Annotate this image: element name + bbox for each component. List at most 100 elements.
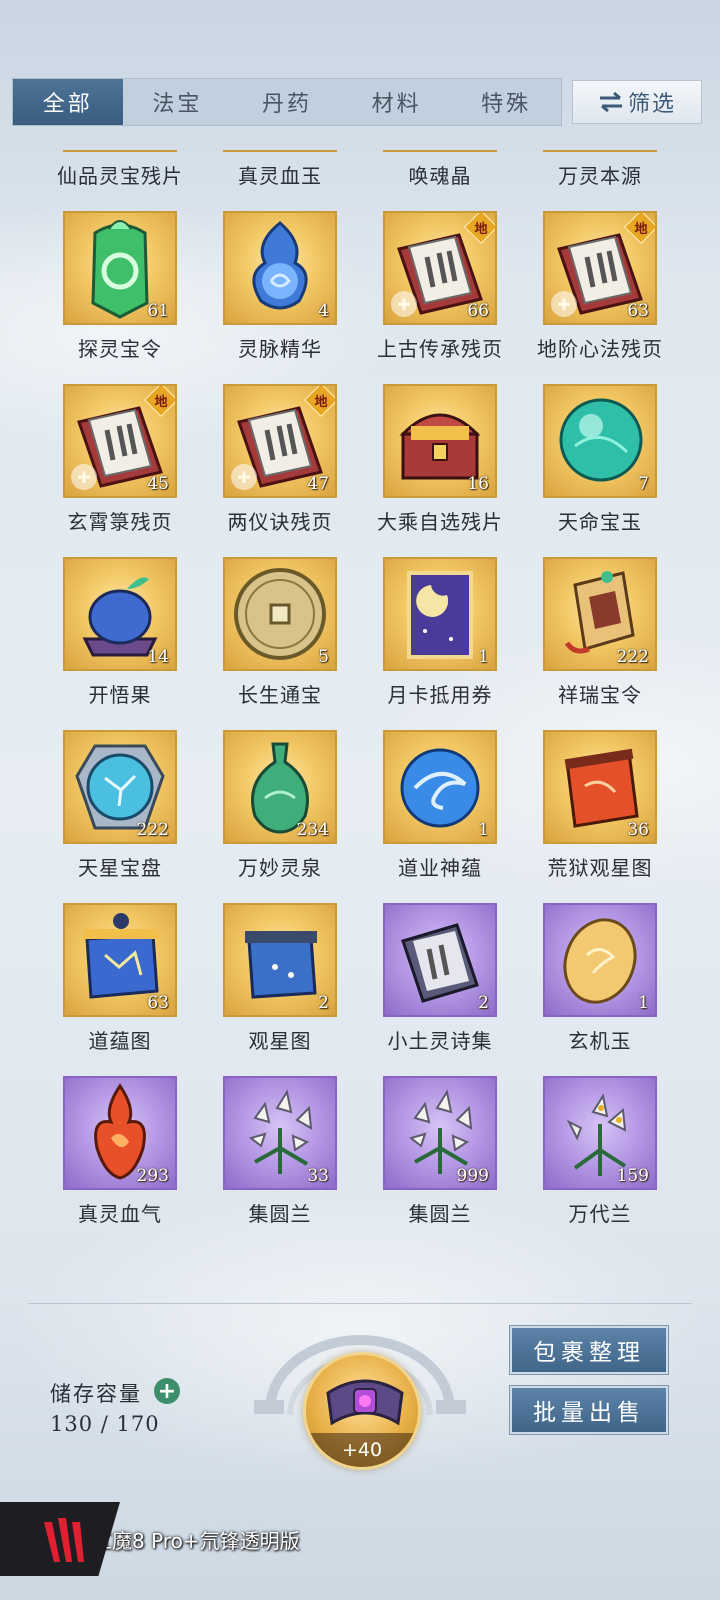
- item-slot[interactable]: 7: [543, 384, 657, 498]
- item-name: 开悟果: [88, 683, 152, 707]
- inventory-item[interactable]: 222 天星宝盘: [40, 730, 200, 903]
- item-slot[interactable]: ✚ 地 66: [383, 211, 497, 325]
- item-count: 159: [616, 1166, 649, 1186]
- category-tab-bar: 全部 法宝 丹药 材料 特殊: [12, 78, 562, 126]
- inventory-item[interactable]: 4 万灵本源: [520, 150, 680, 211]
- item-name: 真灵血气: [78, 1202, 162, 1226]
- item-count: 222: [616, 647, 649, 667]
- tab-all[interactable]: 全部: [13, 79, 123, 125]
- item-count: 63: [627, 301, 649, 321]
- item-name: 灵脉精华: [238, 337, 322, 361]
- filter-button[interactable]: 筛选: [572, 80, 702, 124]
- item-count: 61: [147, 301, 169, 321]
- inventory-item[interactable]: 159 万代兰: [520, 1076, 680, 1249]
- item-slot[interactable]: 999: [383, 1076, 497, 1190]
- item-slot[interactable]: 2: [383, 903, 497, 1017]
- inventory-item[interactable]: 17 唤魂晶: [360, 150, 520, 211]
- watermark-text: 红魔8 Pro+氘锋透明版: [92, 1528, 300, 1553]
- item-count: 999: [456, 1166, 489, 1186]
- inventory-item[interactable]: ✚ 地 63 地阶心法残页: [520, 211, 680, 384]
- inventory-item[interactable]: ✚15 仙品灵宝残片: [40, 150, 200, 211]
- item-count: 45: [147, 474, 169, 494]
- inventory-item[interactable]: ✚ 地 66 上古传承残页: [360, 211, 520, 384]
- item-slot[interactable]: 1: [383, 730, 497, 844]
- inventory-item[interactable]: 293 真灵血气: [40, 1076, 200, 1249]
- item-slot[interactable]: 222: [543, 557, 657, 671]
- item-slot[interactable]: 5: [223, 557, 337, 671]
- inventory-item[interactable]: 16 大乘自选残片: [360, 384, 520, 557]
- tab-materials[interactable]: 材料: [342, 79, 452, 125]
- item-count: 7: [638, 474, 649, 494]
- item-slot[interactable]: 1: [383, 557, 497, 671]
- bag-expand-item[interactable]: +40: [303, 1352, 421, 1470]
- item-name: 长生通宝: [238, 683, 322, 707]
- grade-badge-label: 地: [474, 221, 488, 237]
- inventory-item[interactable]: 33 集圆兰: [200, 1076, 360, 1249]
- inventory-item[interactable]: ✚ 地 47 两仪诀残页: [200, 384, 360, 557]
- item-slot[interactable]: 16: [383, 384, 497, 498]
- sort-bag-button[interactable]: 包裹整理: [509, 1325, 669, 1375]
- bulk-sell-button[interactable]: 批量出售: [509, 1385, 669, 1435]
- item-slot[interactable]: 4: [223, 211, 337, 325]
- inventory-item[interactable]: 2 小土灵诗集: [360, 903, 520, 1076]
- fragment-puzzle-icon: ✚: [551, 291, 577, 317]
- item-slot[interactable]: 222: [63, 730, 177, 844]
- fragment-puzzle-icon: ✚: [231, 464, 257, 490]
- inventory-item[interactable]: 36 荒狱观星图: [520, 730, 680, 903]
- item-count: 2: [478, 993, 489, 1013]
- inventory-item[interactable]: 1 道业神蕴: [360, 730, 520, 903]
- item-slot[interactable]: 63: [63, 903, 177, 1017]
- grade-badge-label: 地: [314, 394, 328, 410]
- inventory-item[interactable]: 14 开悟果: [40, 557, 200, 730]
- grade-badge-label: 地: [634, 221, 648, 237]
- inventory-item[interactable]: 5 长生通宝: [200, 557, 360, 730]
- inventory-item[interactable]: 999 集圆兰: [360, 1076, 520, 1249]
- swap-arrows-icon: [599, 92, 622, 112]
- inventory-item[interactable]: 7 天命宝玉: [520, 384, 680, 557]
- inventory-grid-viewport[interactable]: ✚15仙品灵宝残片17真灵血玉17唤魂晶4万灵本源61探灵宝令4灵脉精华✚地66…: [0, 150, 720, 1280]
- inventory-item[interactable]: 1 月卡抵用券: [360, 557, 520, 730]
- item-name: 月卡抵用券: [387, 683, 493, 707]
- item-slot[interactable]: 1: [543, 903, 657, 1017]
- item-slot[interactable]: 17: [383, 150, 497, 152]
- item-slot[interactable]: 234: [223, 730, 337, 844]
- item-name: 两仪诀残页: [227, 510, 333, 534]
- inventory-item[interactable]: 63 道蕴图: [40, 903, 200, 1076]
- item-count: 222: [136, 820, 169, 840]
- item-name: 真灵血玉: [238, 164, 322, 188]
- item-slot[interactable]: ✚15: [63, 150, 177, 152]
- item-slot[interactable]: ✚ 地 45: [63, 384, 177, 498]
- item-slot[interactable]: 159: [543, 1076, 657, 1190]
- add-capacity-button[interactable]: +: [154, 1378, 180, 1404]
- inventory-item[interactable]: 234 万妙灵泉: [200, 730, 360, 903]
- bag-belt-icon: [326, 1379, 404, 1426]
- fragment-puzzle-icon: ✚: [391, 291, 417, 317]
- tab-special[interactable]: 特殊: [451, 79, 561, 125]
- item-name: 玄机玉: [568, 1029, 632, 1053]
- inventory-item[interactable]: 2 观星图: [200, 903, 360, 1076]
- item-name: 道蕴图: [88, 1029, 152, 1053]
- item-slot[interactable]: 61: [63, 211, 177, 325]
- inventory-item[interactable]: 222 祥瑞宝令: [520, 557, 680, 730]
- item-name: 唤魂晶: [408, 164, 472, 188]
- item-slot[interactable]: 293: [63, 1076, 177, 1190]
- item-name: 玄霄箓残页: [67, 510, 173, 534]
- inventory-item[interactable]: ✚ 地 45 玄霄箓残页: [40, 384, 200, 557]
- item-slot[interactable]: 14: [63, 557, 177, 671]
- item-slot[interactable]: 2: [223, 903, 337, 1017]
- inventory-item[interactable]: 17 真灵血玉: [200, 150, 360, 211]
- item-slot[interactable]: 4: [543, 150, 657, 152]
- inventory-item[interactable]: 4 灵脉精华: [200, 211, 360, 384]
- tab-treasure[interactable]: 法宝: [123, 79, 233, 125]
- item-name: 上古传承残页: [377, 337, 503, 361]
- item-slot[interactable]: 33: [223, 1076, 337, 1190]
- inventory-item[interactable]: 61 探灵宝令: [40, 211, 200, 384]
- item-slot[interactable]: 17: [223, 150, 337, 152]
- item-slot[interactable]: ✚ 地 47: [223, 384, 337, 498]
- tab-pills[interactable]: 丹药: [232, 79, 342, 125]
- item-slot[interactable]: 36: [543, 730, 657, 844]
- item-slot[interactable]: ✚ 地 63: [543, 211, 657, 325]
- inventory-item[interactable]: 1 玄机玉: [520, 903, 680, 1076]
- item-count: 14: [147, 647, 169, 667]
- grade-badge-label: 地: [154, 394, 168, 410]
